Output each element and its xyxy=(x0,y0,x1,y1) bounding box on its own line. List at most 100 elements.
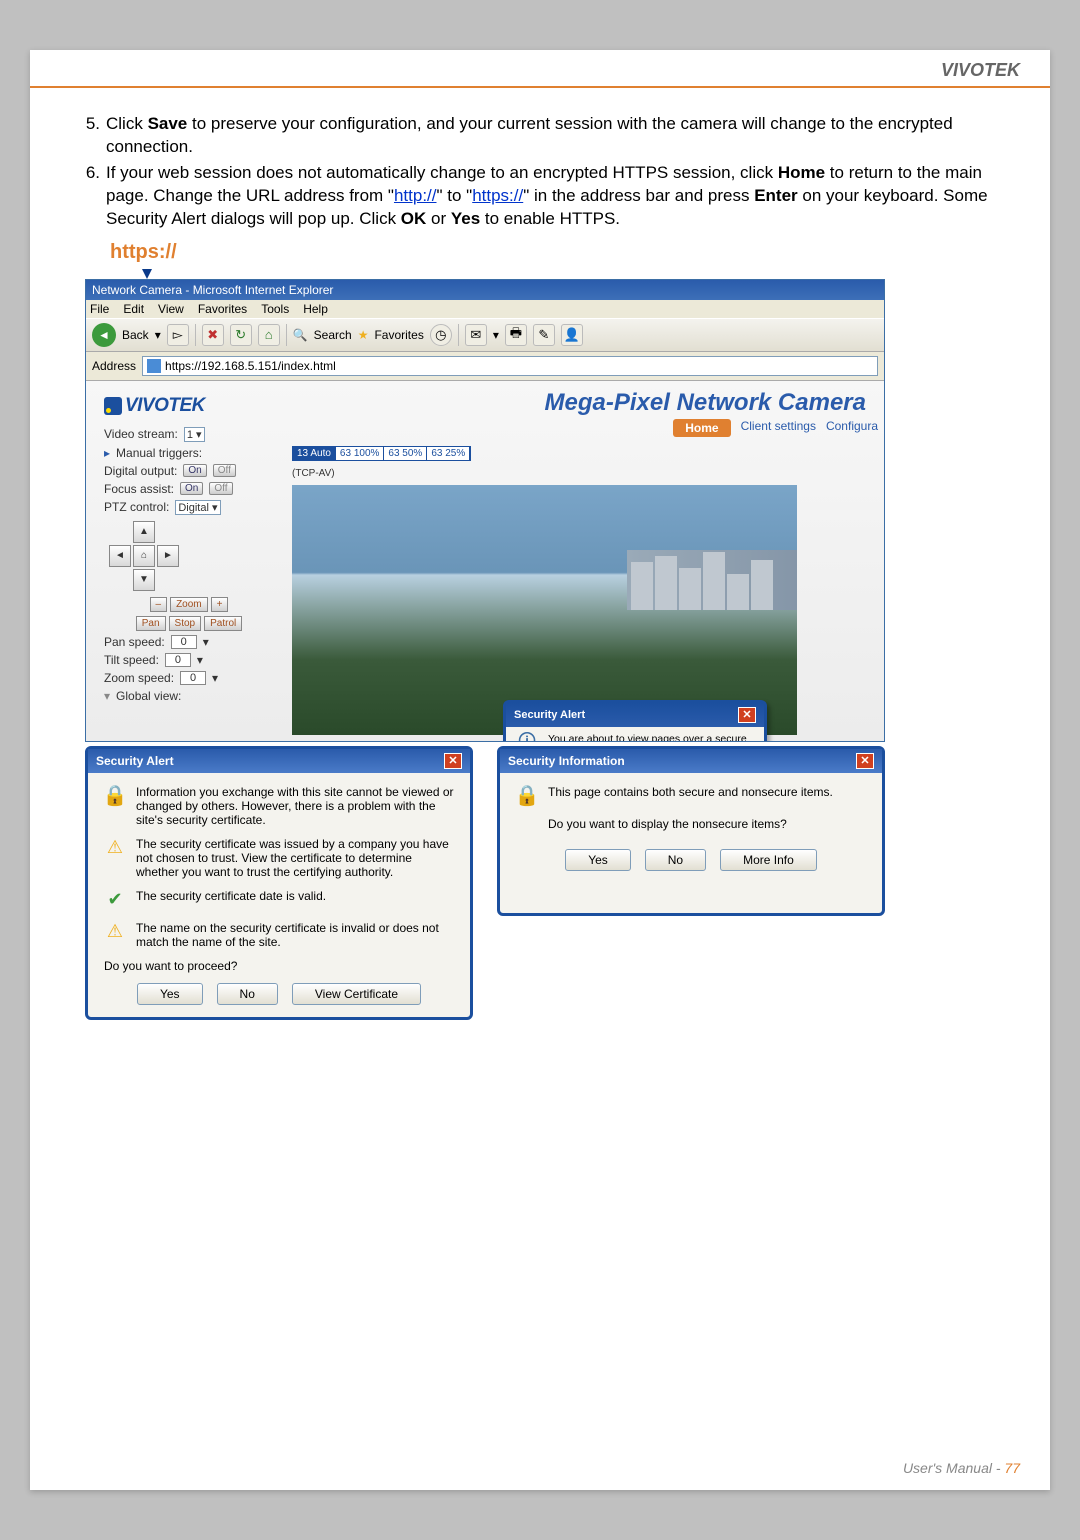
digital-output-on[interactable]: On xyxy=(183,464,206,477)
page-icon xyxy=(147,359,161,373)
zoom-in[interactable]: + xyxy=(211,597,229,612)
instruction-number: 6. xyxy=(80,162,106,231)
video-stream-select[interactable]: 1 ▾ xyxy=(184,427,205,442)
stream-info-bar: 13 Auto63 100%63 50%63 25% xyxy=(292,446,471,461)
ptz-down[interactable]: ▼ xyxy=(133,569,155,591)
stream-info-cell[interactable]: 63 100% xyxy=(336,447,384,460)
instruction-list: 5.Click Save to preserve your configurat… xyxy=(80,113,1000,231)
ptz-left[interactable]: ◄ xyxy=(109,545,131,567)
zoom-out[interactable]: – xyxy=(150,597,168,612)
tilt-speed-value[interactable]: 0 xyxy=(165,653,191,667)
lock-icon: 🔒 xyxy=(104,785,126,807)
footer-label: User's Manual - xyxy=(903,1460,1004,1476)
alert-text-1: You are about to view pages over a secur… xyxy=(548,733,754,742)
info-line2: Do you want to display the nonsecure ite… xyxy=(548,817,866,831)
global-view-label[interactable]: Global view: xyxy=(116,689,181,703)
digital-output-off[interactable]: Off xyxy=(213,464,236,477)
brand-text: VIVOTEK xyxy=(941,60,1020,80)
window-titlebar: Network Camera - Microsoft Internet Expl… xyxy=(86,280,884,300)
warning-icon: ⚠ xyxy=(104,837,126,859)
ptz-select[interactable]: Digital ▾ xyxy=(175,500,220,515)
cert-pt3: The name on the security certificate is … xyxy=(136,921,454,949)
dialog-row: Security Alert ✕ 🔒 Information you excha… xyxy=(85,746,885,1020)
back-button[interactable]: ◄ xyxy=(92,323,116,347)
stream-info-cell[interactable]: 63 50% xyxy=(384,447,427,460)
lock-icon: 🔒 xyxy=(516,785,538,807)
focus-assist-off[interactable]: Off xyxy=(209,482,232,495)
dialog-title: Security Alert xyxy=(96,754,174,768)
stream-info-cell[interactable]: 63 25% xyxy=(427,447,470,460)
stop-btn[interactable]: Stop xyxy=(169,616,202,631)
logo-text: VIVOTEK xyxy=(125,395,205,417)
yes-button[interactable]: Yes xyxy=(137,983,203,1005)
dialog-titlebar: Security Information ✕ xyxy=(500,749,882,773)
ptz-control-label: PTZ control: xyxy=(104,500,169,514)
menu-item-tools[interactable]: Tools xyxy=(261,302,289,316)
ptz-up[interactable]: ▲ xyxy=(133,521,155,543)
ptz-dpad: ▲ ◄⌂► ▼ xyxy=(104,521,184,591)
instruction-number: 5. xyxy=(80,113,106,159)
forward-button[interactable]: ▻ xyxy=(167,324,189,346)
cert-pt2: The security certificate date is valid. xyxy=(136,889,326,911)
page-header: VIVOTEK xyxy=(30,50,1050,88)
menu-item-file[interactable]: File xyxy=(90,302,109,316)
ptz-right[interactable]: ► xyxy=(157,545,179,567)
zoom-label: Zoom xyxy=(170,597,208,612)
window-title: Network Camera - Microsoft Internet Expl… xyxy=(92,283,333,297)
more-info-button[interactable]: More Info xyxy=(720,849,817,871)
pan-speed-value[interactable]: 0 xyxy=(171,635,197,649)
no-button[interactable]: No xyxy=(645,849,706,871)
mail-button[interactable]: ✉ xyxy=(465,324,487,346)
video-stream-label: Video stream: xyxy=(104,427,178,441)
dialog-titlebar: Security Alert ✕ xyxy=(88,749,470,773)
close-icon[interactable]: ✕ xyxy=(444,753,462,769)
tab-configuration[interactable]: Configura xyxy=(826,419,878,437)
menu-item-favorites[interactable]: Favorites xyxy=(198,302,247,316)
menu-item-view[interactable]: View xyxy=(158,302,184,316)
zoom-speed-label: Zoom speed: xyxy=(104,671,174,685)
page-number: 77 xyxy=(1004,1460,1020,1476)
tcp-label: (TCP-AV) xyxy=(292,468,335,479)
close-icon[interactable]: ✕ xyxy=(738,707,756,723)
stream-info-cell[interactable]: 13 Auto xyxy=(293,447,336,460)
warning-icon: ⚠ xyxy=(104,921,126,943)
patrol-btn[interactable]: Patrol xyxy=(204,616,242,631)
manual-triggers-label[interactable]: Manual triggers: xyxy=(116,446,202,460)
tab-client-settings[interactable]: Client settings xyxy=(741,419,816,437)
camera-sidebar: VIVOTEK Video stream: 1 ▾ ▸ Manual trigg… xyxy=(104,395,274,733)
security-information-dialog: Security Information ✕ 🔒 This page conta… xyxy=(497,746,885,916)
address-label: Address xyxy=(92,359,136,373)
address-input[interactable]: https://192.168.5.151/index.html xyxy=(142,356,878,376)
yes-button[interactable]: Yes xyxy=(565,849,631,871)
vivotek-logo: VIVOTEK xyxy=(104,395,274,417)
pan-btn[interactable]: Pan xyxy=(136,616,166,631)
instruction-item: 5.Click Save to preserve your configurat… xyxy=(80,113,1000,159)
security-alert-popup: Security Alert ✕ 🛈 You are about to view… xyxy=(503,700,767,742)
instruction-item: 6.If your web session does not automatic… xyxy=(80,162,1000,231)
tab-home[interactable]: Home xyxy=(673,419,730,437)
search-icon[interactable]: 🔍 xyxy=(293,328,308,342)
toolbar: ◄ Back▾ ▻ ✖ ↻ ⌂ 🔍 Search ★ Favorites ◷ ✉… xyxy=(86,318,884,352)
view-certificate-button[interactable]: View Certificate xyxy=(292,983,421,1005)
stop-button[interactable]: ✖ xyxy=(202,324,224,346)
address-value: https://192.168.5.151/index.html xyxy=(165,359,336,373)
tilt-speed-label: Tilt speed: xyxy=(104,653,159,667)
home-button[interactable]: ⌂ xyxy=(258,324,280,346)
menu-item-edit[interactable]: Edit xyxy=(123,302,144,316)
zoom-speed-value[interactable]: 0 xyxy=(180,671,206,685)
refresh-button[interactable]: ↻ xyxy=(230,324,252,346)
menu-item-help[interactable]: Help xyxy=(303,302,328,316)
no-button[interactable]: No xyxy=(217,983,278,1005)
instruction-text: Click Save to preserve your configuratio… xyxy=(106,113,1000,159)
history-button[interactable]: ◷ xyxy=(430,324,452,346)
favorites-icon[interactable]: ★ xyxy=(358,328,369,342)
discuss-button[interactable]: 👤 xyxy=(561,324,583,346)
edit-button[interactable]: ✎ xyxy=(533,324,555,346)
dialog-title: Security Alert xyxy=(514,709,585,721)
print-button[interactable]: 🖶 xyxy=(505,324,527,346)
close-icon[interactable]: ✕ xyxy=(856,753,874,769)
focus-assist-on[interactable]: On xyxy=(180,482,203,495)
info-icon: 🛈 xyxy=(516,733,538,742)
instruction-text: If your web session does not automatical… xyxy=(106,162,1000,231)
ptz-center[interactable]: ⌂ xyxy=(133,545,155,567)
